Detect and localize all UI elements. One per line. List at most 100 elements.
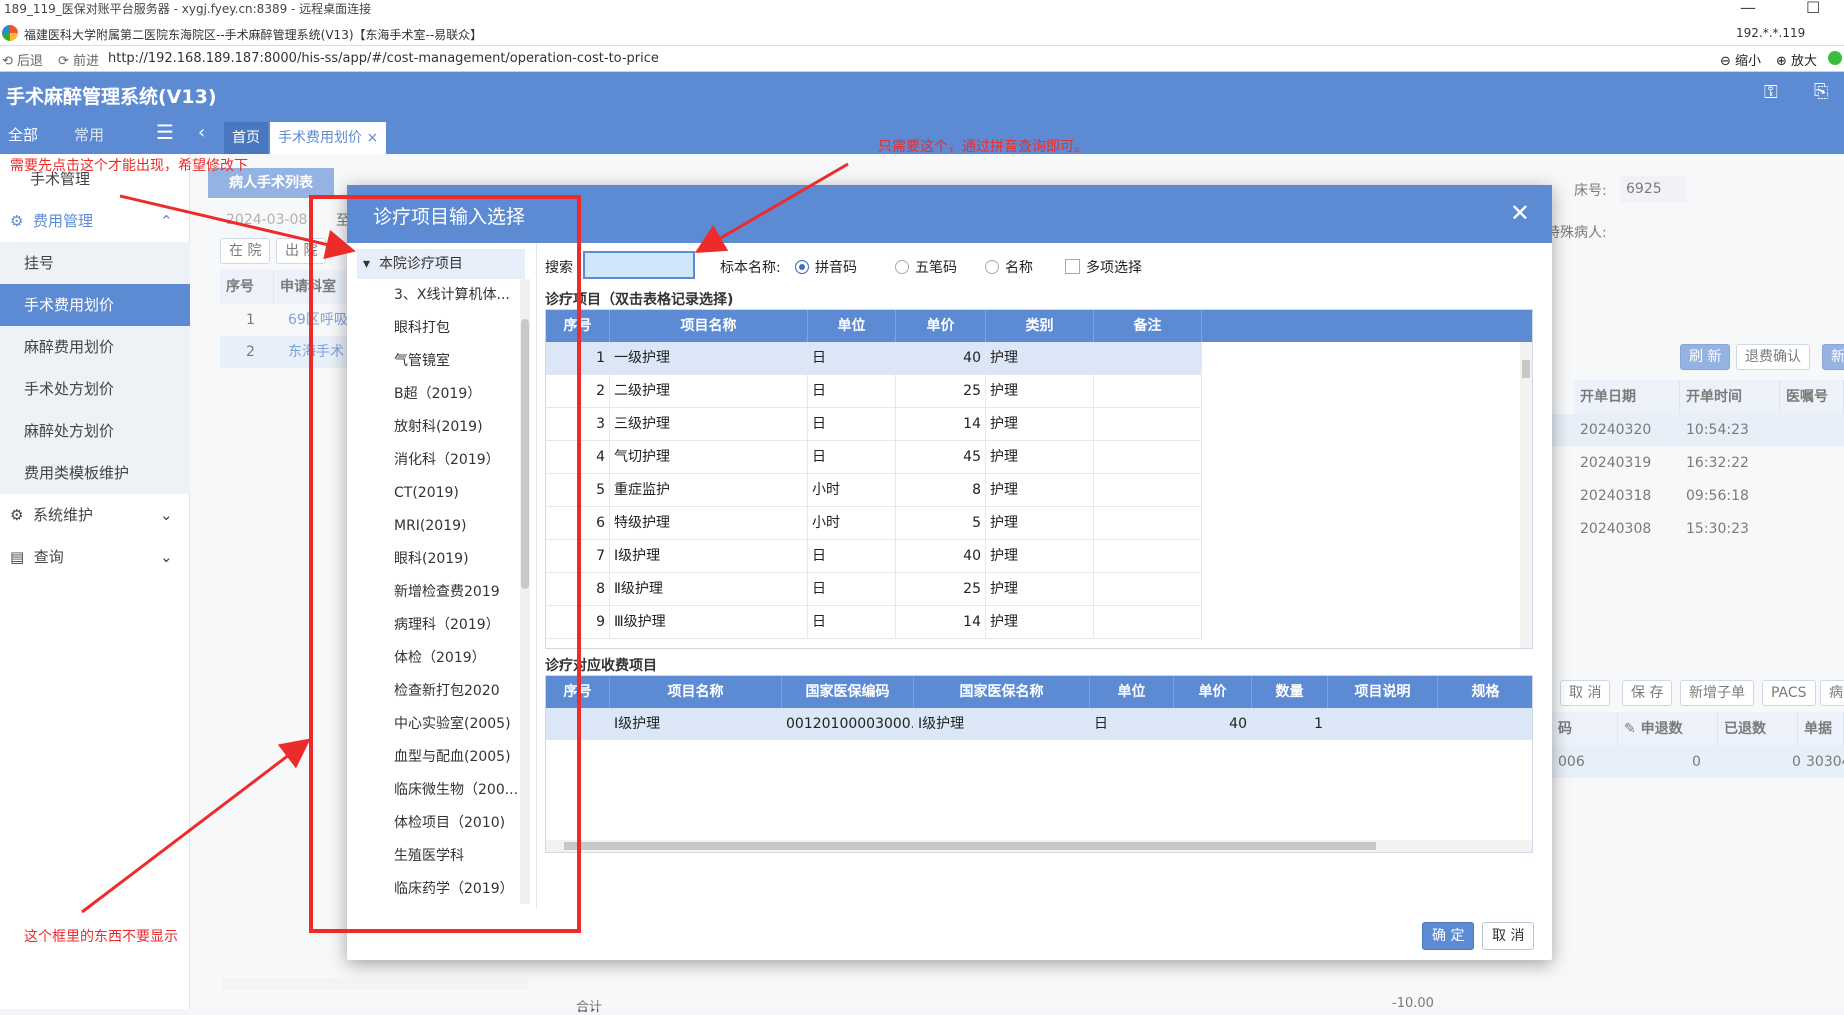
charge-th-price: 单价 [1174,676,1252,708]
sidebar-item-anesthesia-cost[interactable]: 麻醉费用划价 [0,326,190,368]
items-cell-remark [1094,573,1202,606]
sidebar-tabs: 全部 常用 ☰ [0,114,190,154]
radio-unchecked-icon [985,260,999,274]
charge-row[interactable]: Ⅰ级护理 00120100003000... Ⅰ级护理 日 40 1 [546,708,1532,740]
chevron-down-icon: ⌄ [160,506,173,524]
items-cell-remark [1094,474,1202,507]
items-row[interactable]: 6 特级护理 小时 5 护理 [546,507,1202,540]
chevron-up-icon: ⌃ [160,212,173,230]
items-cell-price: 40 [896,540,986,573]
zoom-in-icon: ⊕ [1776,54,1787,69]
search-row: 搜索 标本名称: 拼音码 五笔码 名称 多项选择 [545,243,1545,287]
items-cell-cat: 护理 [986,507,1094,540]
items-row[interactable]: 1 一级护理日 40 护理 [546,342,1202,375]
charge-grid-header: 序号 项目名称 国家医保编码 国家医保名称 单位 单价 数量 项目说明 规格 [546,676,1532,708]
items-row[interactable]: 4 气切护理日 45 护理 [546,441,1202,474]
lock-icon[interactable]: ⚿ [1764,82,1778,103]
back-button[interactable]: ⟲ 后退 [2,50,43,69]
items-cell-name: 二级护理 [610,375,808,408]
items-cell-cat: 护理 [986,540,1094,573]
sidebar-item-anesthesia-rx[interactable]: 麻醉处方划价 [0,410,190,452]
chevron-down-icon: ⌄ [160,548,173,566]
radio-unchecked-icon [895,260,909,274]
sidebar-item-query[interactable]: ▤ 查询 ⌄ [0,536,190,578]
charge-cell-price: 40 [1174,708,1252,740]
charge-cell-name: Ⅰ级护理 [610,708,782,740]
multi-select-checkbox[interactable]: 多项选择 [1065,257,1142,277]
sidebar-item-cost[interactable]: ⚙ 费用管理 ⌃ [0,200,190,242]
charge-scroll-thumb[interactable] [564,842,1376,850]
radio-name[interactable]: 名称 [985,257,1033,277]
items-scrollbar[interactable] [1520,342,1532,648]
charge-th-qty: 数量 [1252,676,1328,708]
items-cell-price: 14 [896,606,986,639]
sidebar-item-system[interactable]: ⚙ 系统维护 ⌄ [0,494,190,536]
items-cell-unit: 日 [808,606,896,639]
tab-all[interactable]: 全部 [8,124,38,145]
zoom-out-button[interactable]: ⊖ 缩小 [1720,50,1761,69]
items-row[interactable]: 3 三级护理日 14 护理 [546,408,1202,441]
settings-icon: ⚙ [10,506,24,524]
items-row[interactable]: 8 Ⅱ级护理日 25 护理 [546,573,1202,606]
items-cell-price: 40 [896,342,986,375]
sidebar-item-surgery-cost[interactable]: 手术费用划价 [0,284,190,326]
close-icon[interactable]: ✕ [1510,199,1530,227]
forward-button[interactable]: ⟳ 前进 [58,50,99,69]
sidebar-item-register[interactable]: 挂号 [0,242,190,284]
url-field[interactable]: http://192.168.189.187:8000/his-ss/app/#… [108,51,659,66]
items-row[interactable]: 2 二级护理日 25 护理 [546,375,1202,408]
items-cell-unit: 日 [808,375,896,408]
charge-th-insname: 国家医保名称 [914,676,1090,708]
charge-cell-code: 00120100003000... [782,708,914,740]
items-cell-cat: 护理 [986,606,1094,639]
maximize-icon[interactable]: ☐ [1806,0,1820,17]
close-tab-icon[interactable]: × [366,130,378,146]
annotation-bottom-left: 这个框里的东西不要显示 [24,929,178,945]
items-cell-name: Ⅲ级护理 [610,606,808,639]
app-header: 手术麻醉管理系统(V13) ⚿ ⎘ [0,72,1844,114]
tab-common[interactable]: 常用 [74,124,104,145]
query-icon: ▤ [10,548,25,566]
logout-icon[interactable]: ⎘ [1814,81,1828,102]
menu-toggle-icon[interactable]: ☰ [156,120,174,144]
app-title: 手术麻醉管理系统(V13) [6,86,217,108]
items-th-name: 项目名称 [610,310,808,342]
items-row[interactable]: 7 Ⅰ级护理日 40 护理 [546,540,1202,573]
tab-home[interactable]: 首页 [224,122,268,154]
items-cell-remark [1094,441,1202,474]
charge-th-desc: 项目说明 [1328,676,1438,708]
radio-wubi[interactable]: 五笔码 [895,257,957,277]
items-th-category: 类别 [986,310,1094,342]
status-dot-icon [1828,51,1842,65]
items-cell-name: 气切护理 [610,441,808,474]
items-th-price: 单价 [896,310,986,342]
items-cell-name: 三级护理 [610,408,808,441]
items-scroll-thumb[interactable] [1522,360,1530,378]
chevron-left-icon[interactable]: ‹ [198,122,205,143]
items-cell-remark [1094,375,1202,408]
items-row[interactable]: 9 Ⅲ级护理日 14 护理 [546,606,1202,639]
radio-pinyin[interactable]: 拼音码 [795,257,857,277]
items-cell-name: Ⅰ级护理 [610,540,808,573]
app-window-bar: 福建医科大学附属第二医院东海院区--手术麻醉管理系统(V13)【东海手术室--易… [0,22,1844,46]
tab-surgery-cost[interactable]: 手术费用划价 × [270,122,387,154]
remote-ip: 192.*.*.119 [1736,26,1806,40]
search-input[interactable] [583,251,695,279]
minimize-icon[interactable]: — [1740,0,1756,17]
items-cell-cat: 护理 [986,375,1094,408]
sidebar-item-surgery-rx[interactable]: 手术处方划价 [0,368,190,410]
charge-cell-desc [1328,708,1438,740]
items-row[interactable]: 5 重症监护 小时 8 护理 [546,474,1202,507]
items-cell-remark [1094,606,1202,639]
items-cell-name: 特级护理 [610,507,808,540]
charge-th-name: 项目名称 [610,676,782,708]
charge-scrollbar[interactable] [546,840,1532,852]
sidebar-item-template[interactable]: 费用类模板维护 [0,452,190,494]
zoom-in-button[interactable]: ⊕ 放大 [1776,50,1817,69]
items-cell-unit: 小时 [808,474,896,507]
items-cell-name: Ⅱ级护理 [610,573,808,606]
cancel-button[interactable]: 取 消 [1482,922,1535,950]
confirm-button[interactable]: 确 定 [1422,922,1475,950]
forward-icon: ⟳ [58,54,69,69]
items-cell-unit: 日 [808,540,896,573]
